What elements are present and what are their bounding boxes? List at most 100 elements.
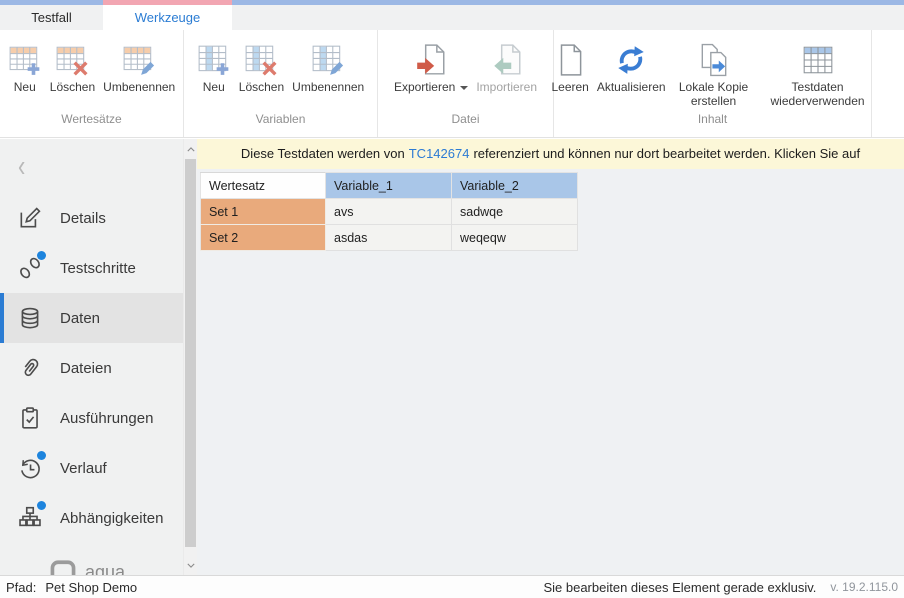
scroll-down-icon[interactable]	[184, 557, 197, 573]
button-label: Umbenennen	[103, 80, 175, 94]
sidebar-item-testschritte[interactable]: Testschritte	[0, 243, 183, 293]
footsteps-icon	[17, 255, 43, 281]
sidebar-item-label: Ausführungen	[60, 410, 153, 427]
sidebar-item-label: Verlauf	[60, 460, 107, 477]
leeren-button[interactable]: Leeren	[547, 41, 592, 96]
lokale-kopie-erstellen-button[interactable]: Lokale Kopie erstellen	[670, 41, 758, 111]
reference-banner: Diese Testdaten werden von TC142674refere…	[197, 139, 904, 169]
export-icon	[414, 43, 448, 77]
sidebar: ‹ Details Testschritte Daten Da	[0, 139, 183, 575]
import-icon	[490, 43, 524, 77]
version-label: v. 19.2.115.0	[830, 580, 898, 594]
sidebar-collapse-icon[interactable]: ‹	[18, 151, 25, 182]
sidebar-item-label: Daten	[60, 310, 100, 327]
variable-rename-icon	[311, 43, 345, 77]
notification-dot	[37, 501, 46, 510]
ribbon-group-wertesaetze: Neu Löschen Umbenennen Wertesätze	[0, 30, 184, 137]
table-cell[interactable]: asdas	[326, 225, 452, 251]
notification-dot	[37, 451, 46, 460]
sidebar-item-label: Dateien	[60, 360, 112, 377]
wertesatz-neu-button[interactable]: Neu	[4, 41, 46, 96]
scroll-up-icon[interactable]	[184, 141, 197, 157]
path-value: Pet Shop Demo	[45, 580, 137, 595]
copy-documents-icon	[697, 43, 731, 77]
aqua-logo-icon	[50, 559, 76, 575]
banner-text-before: Diese Testdaten werden von	[241, 146, 405, 161]
wertesatz-umbenennen-button[interactable]: Umbenennen	[99, 41, 179, 96]
variable-umbenennen-button[interactable]: Umbenennen	[288, 41, 368, 96]
table-row: Set 1 avs sadwqe	[201, 199, 578, 225]
variable-delete-icon	[244, 43, 278, 77]
button-label: Leeren	[551, 80, 588, 94]
variable-neu-button[interactable]: Neu	[193, 41, 235, 96]
sidebar-item-dateien[interactable]: Dateien	[0, 343, 183, 393]
button-label: Importieren	[476, 80, 537, 94]
table-row: Set 2 asdas weqeqw	[201, 225, 578, 251]
column-header-wertesatz[interactable]: Wertesatz	[201, 173, 326, 199]
status-bar: Pfad: Pet Shop Demo Sie bearbeiten diese…	[0, 575, 904, 598]
dropdown-caret-icon	[460, 86, 468, 90]
sidebar-item-label: Details	[60, 210, 106, 227]
table-new-icon	[8, 43, 42, 77]
notification-dot	[37, 251, 46, 260]
sidebar-item-details[interactable]: Details	[0, 193, 183, 243]
sidebar-item-daten[interactable]: Daten	[0, 293, 183, 343]
sidebar-item-label: Testschritte	[60, 260, 136, 277]
sidebar-item-verlauf[interactable]: Verlauf	[0, 443, 183, 493]
testdata-table: Wertesatz Variable_1 Variable_2 Set 1 av…	[200, 172, 578, 251]
banner-text-after: referenziert und können nur dort bearbei…	[473, 146, 860, 161]
hierarchy-icon	[17, 505, 43, 531]
sidebar-scrollbar[interactable]	[183, 139, 197, 575]
ribbon-group-datei: Exportieren Importieren Datei	[378, 30, 554, 137]
button-label: Aktualisieren	[597, 80, 666, 94]
ribbon-group-variablen: Neu Löschen Umbenennen Variablen	[184, 30, 378, 137]
button-label: Testdaten wiederverwenden	[762, 80, 874, 109]
database-icon	[17, 305, 43, 331]
group-label-inhalt: Inhalt	[554, 112, 871, 137]
sidebar-item-ausfuehrungen[interactable]: Ausführungen	[0, 393, 183, 443]
aqua-logo: aqua	[0, 552, 183, 575]
tab-testfall[interactable]: Testfall	[0, 5, 103, 30]
table-cell[interactable]: weqeqw	[452, 225, 578, 251]
testcase-link[interactable]: TC142674	[409, 146, 470, 161]
button-label: Lokale Kopie erstellen	[674, 80, 754, 109]
refresh-icon	[614, 43, 648, 77]
button-label: Neu	[203, 80, 225, 94]
table-header-row: Wertesatz Variable_1 Variable_2	[201, 173, 578, 199]
paperclip-icon	[17, 355, 43, 381]
button-label: Neu	[14, 80, 36, 94]
table-rename-icon	[122, 43, 156, 77]
history-icon	[17, 455, 43, 481]
table-cell[interactable]: sadwqe	[452, 199, 578, 225]
column-header-variable-2[interactable]: Variable_2	[452, 173, 578, 199]
row-header-set1[interactable]: Set 1	[201, 199, 326, 225]
sidebar-item-label: Abhängigkeiten	[60, 510, 163, 527]
exclusive-edit-message: Sie bearbeiten dieses Element gerade exk…	[543, 580, 816, 595]
button-label: Löschen	[50, 80, 95, 94]
variable-new-icon	[197, 43, 231, 77]
app-window: Testfall Werkzeuge Neu Löschen	[0, 0, 904, 598]
table-cell[interactable]: avs	[326, 199, 452, 225]
group-label-datei: Datei	[378, 112, 553, 137]
ribbon-tab-bar: Testfall Werkzeuge	[0, 5, 904, 30]
sidebar-item-abhaengigkeiten[interactable]: Abhängigkeiten	[0, 493, 183, 543]
ribbon: Neu Löschen Umbenennen Wertesätze	[0, 30, 904, 138]
empty-document-icon	[553, 43, 587, 77]
exportieren-button[interactable]: Exportieren	[390, 41, 472, 96]
aktualisieren-button[interactable]: Aktualisieren	[593, 41, 670, 96]
button-label: Umbenennen	[292, 80, 364, 94]
reuse-table-icon	[801, 43, 835, 77]
scrollbar-thumb[interactable]	[185, 159, 196, 547]
ribbon-group-inhalt: Leeren Aktualisieren Lokale Kopie erstel…	[554, 30, 872, 137]
wertesatz-loeschen-button[interactable]: Löschen	[46, 41, 99, 96]
testdaten-wiederverwenden-button[interactable]: Testdaten wiederverwenden	[758, 41, 878, 111]
group-label-variablen: Variablen	[184, 112, 377, 137]
row-header-set2[interactable]: Set 2	[201, 225, 326, 251]
variable-loeschen-button[interactable]: Löschen	[235, 41, 288, 96]
column-header-variable-1[interactable]: Variable_1	[326, 173, 452, 199]
group-label-wertesaetze: Wertesätze	[0, 112, 183, 137]
tab-werkzeuge[interactable]: Werkzeuge	[103, 5, 232, 30]
clipboard-check-icon	[17, 405, 43, 431]
main-content: Diese Testdaten werden von TC142674refere…	[197, 139, 904, 575]
importieren-button[interactable]: Importieren	[472, 41, 541, 96]
